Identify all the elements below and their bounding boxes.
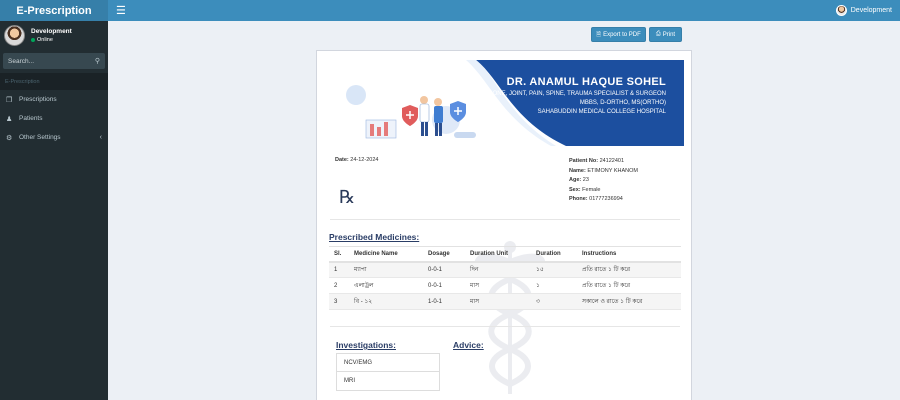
- column-header: Duration: [531, 246, 577, 263]
- column-header: Dosage: [423, 246, 465, 263]
- table-cell: মাস: [465, 277, 531, 294]
- print-button[interactable]: ⎙ Print: [649, 27, 682, 42]
- table-cell: 2: [329, 277, 349, 294]
- table-cell: 0-0-1: [423, 277, 465, 294]
- search-icon[interactable]: ⚲: [95, 57, 100, 65]
- table-header-row: Sl. Medicine Name Dosage Duration Unit D…: [329, 246, 681, 263]
- sidebar-item-label: Prescriptions: [19, 96, 57, 103]
- avatar: [835, 5, 847, 16]
- table-cell: 1: [329, 261, 349, 278]
- divider: [330, 219, 680, 220]
- table-row: 2 এলাট্রল 0-0-1 মাস ১ প্রতি রাতে ১ টি কর…: [329, 277, 681, 294]
- prescription-sheet: DR. ANAMUL HAQUE SOHEL BONE, JOINT, PAIN…: [316, 50, 692, 400]
- column-header: Duration Unit: [465, 246, 531, 263]
- patient-age-label: Age:: [569, 177, 582, 183]
- table-cell: প্রতি রাতে ১ টি করে: [577, 261, 681, 278]
- medicines-title: Prescribed Medicines:: [329, 232, 420, 242]
- chevron-left-icon: ‹: [99, 134, 102, 141]
- patient-phone-label: Phone:: [569, 196, 588, 202]
- column-header: Medicine Name: [349, 246, 423, 263]
- printer-icon: ⎙: [655, 31, 661, 37]
- export-pdf-button[interactable]: 🗎 Export to PDF: [591, 27, 646, 42]
- status-text: Online: [37, 36, 53, 43]
- search-input[interactable]: [8, 57, 78, 65]
- table-cell: 1-0-1: [423, 293, 465, 310]
- table-cell: ১: [531, 277, 577, 294]
- table-cell: 0-0-1: [423, 261, 465, 278]
- list-item: MRI: [344, 378, 355, 384]
- sidebar-menu-header: E-Prescription: [0, 73, 108, 90]
- table-cell: 3: [329, 293, 349, 310]
- list-item: NCV/EMG: [337, 354, 439, 372]
- table-cell: এলাট্রল: [349, 277, 423, 294]
- table-cell: বি - ১২: [349, 293, 423, 310]
- app-brand[interactable]: E-Prescription: [0, 0, 108, 21]
- user-menu[interactable]: Development: [835, 5, 892, 16]
- column-header: Sl.: [329, 246, 349, 263]
- user-icon: ♟: [6, 115, 13, 123]
- doctor-degrees: MBBS, D-ORTHO, MS(ORTHO): [579, 100, 666, 106]
- sidebar-item-label: Other Settings: [19, 134, 61, 141]
- file-icon: 🗎: [596, 31, 602, 38]
- user-panel: Development Online: [0, 21, 108, 49]
- online-dot-icon: [31, 37, 35, 42]
- print-label: Print: [662, 31, 676, 38]
- top-navbar: ☰ Development: [108, 0, 900, 21]
- sidebar-item-other-settings[interactable]: ⚙ Other Settings ‹: [0, 128, 108, 147]
- table-cell: মাস: [465, 293, 531, 310]
- doctor-name: DR. ANAMUL HAQUE SOHEL: [506, 76, 666, 88]
- date-label: Date:: [335, 157, 349, 163]
- patient-sex-label: Sex:: [569, 186, 581, 193]
- rx-symbol: ℞: [339, 187, 356, 208]
- patient-phone: 01777236994: [589, 196, 623, 202]
- sidebar: Development Online ⚲ E-Prescription ❐ Pr…: [0, 21, 108, 400]
- table-cell: ম্যাপা: [349, 261, 423, 278]
- table-cell: ১৫: [531, 261, 577, 278]
- table-row: 1 ম্যাপা 0-0-1 দিন ১৫ প্রতি রাতে ১ টি কর…: [329, 261, 681, 278]
- doctor-banner: DR. ANAMUL HAQUE SOHEL BONE, JOINT, PAIN…: [326, 60, 684, 146]
- gear-icon: ⚙: [6, 134, 13, 142]
- doctor-hospital: SAHABUDDIN MEDICAL COLLEGE HOSPITAL: [537, 109, 666, 115]
- online-status: Online: [31, 37, 72, 43]
- topbar-user-name: Development: [850, 7, 892, 14]
- medicines-table: Sl. Medicine Name Dosage Duration Unit D…: [329, 246, 681, 310]
- patient-age: 23: [582, 177, 589, 183]
- sidebar-item-label: Patients: [19, 115, 43, 122]
- sidebar-item-prescriptions[interactable]: ❐ Prescriptions: [0, 90, 108, 109]
- doctor-specialty: BONE, JOINT, PAIN, SPINE, TRAUMA SPECIAL…: [488, 91, 666, 97]
- column-header: Instructions: [577, 246, 681, 263]
- sidebar-user-name: Development: [31, 27, 72, 35]
- prescription-icon: ❐: [6, 96, 13, 104]
- patient-info: Patient No: 24122401 Name: ETIMONY KHANO…: [569, 157, 638, 205]
- investigations-title: Investigations:: [336, 340, 396, 350]
- table-cell: দিন: [465, 261, 531, 278]
- advice-title: Advice:: [453, 340, 484, 350]
- table-cell: সকালে ও রাতে ১ টি করে: [577, 293, 681, 310]
- date-value: 24-12-2024: [350, 157, 379, 163]
- sidebar-item-patients[interactable]: ♟ Patients: [0, 109, 108, 128]
- export-pdf-label: Export to PDF: [603, 31, 641, 38]
- patient-no-label: Patient No:: [569, 158, 599, 164]
- sidebar-search: ⚲: [3, 53, 105, 69]
- patient-sex: Female: [582, 186, 601, 193]
- avatar: [4, 24, 25, 46]
- patient-no: 24122401: [599, 158, 625, 164]
- patient-name: ETIMONY KHANOM: [587, 167, 638, 174]
- divider: [330, 326, 680, 327]
- menu-toggle-icon[interactable]: ☰: [116, 4, 126, 17]
- table-cell: প্রতি রাতে ১ টি করে: [577, 277, 681, 294]
- table-cell: ৩: [531, 293, 577, 310]
- investigations-list: NCV/EMG MRI: [336, 353, 440, 391]
- patient-name-label: Name:: [569, 167, 586, 174]
- prescription-date: Date: 24-12-2024: [335, 157, 378, 163]
- table-row: 3 বি - ১২ 1-0-1 মাস ৩ সকালে ও রাতে ১ টি …: [329, 293, 681, 310]
